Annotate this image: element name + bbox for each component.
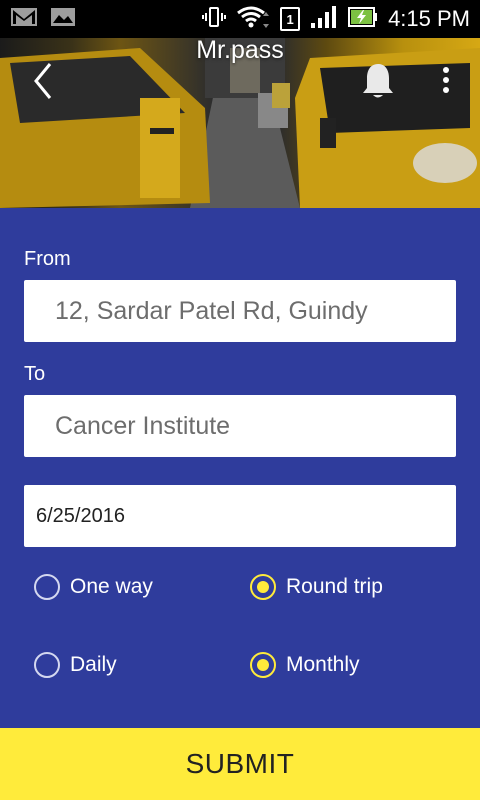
to-field[interactable]: Cancer Institute xyxy=(24,395,456,457)
radio-round-trip[interactable]: Round trip xyxy=(250,574,383,600)
chevron-left-icon xyxy=(34,63,52,99)
radio-one-way[interactable]: One way xyxy=(34,574,153,600)
more-options-button[interactable] xyxy=(432,64,460,98)
radio-circle xyxy=(250,574,276,600)
radio-monthly[interactable]: Monthly xyxy=(250,652,360,678)
date-field[interactable]: 6/25/2016 xyxy=(24,485,456,547)
status-bar: 1 4:15 PM xyxy=(0,0,480,38)
from-label: From xyxy=(24,248,71,270)
sim-badge: 1 xyxy=(280,7,301,31)
to-label: To xyxy=(24,363,46,385)
signal-icon xyxy=(310,5,338,33)
submit-button[interactable]: SUBMIT xyxy=(0,728,480,800)
radio-label: Monthly xyxy=(286,653,360,676)
wifi-icon xyxy=(236,4,270,34)
battery-charging-icon xyxy=(348,6,378,32)
gmail-icon xyxy=(10,6,38,32)
radio-daily[interactable]: Daily xyxy=(34,652,117,678)
notifications-button[interactable] xyxy=(360,62,396,100)
radio-label: One way xyxy=(70,575,153,598)
more-vert-icon xyxy=(443,67,449,93)
photos-icon xyxy=(50,6,76,32)
trip-form: From 12, Sardar Patel Rd, Guindy To Canc… xyxy=(0,208,480,728)
app-title: Mr.pass xyxy=(196,38,284,64)
radio-circle xyxy=(34,574,60,600)
header-banner: Mr.pass xyxy=(0,38,480,208)
radio-circle xyxy=(250,652,276,678)
radio-label: Daily xyxy=(70,653,117,676)
radio-label: Round trip xyxy=(286,575,383,598)
status-time: 4:15 PM xyxy=(388,6,470,31)
radio-circle xyxy=(34,652,60,678)
vibrate-icon xyxy=(202,5,227,33)
bell-icon xyxy=(363,64,393,98)
back-button[interactable] xyxy=(28,60,58,102)
from-field[interactable]: 12, Sardar Patel Rd, Guindy xyxy=(24,280,456,342)
